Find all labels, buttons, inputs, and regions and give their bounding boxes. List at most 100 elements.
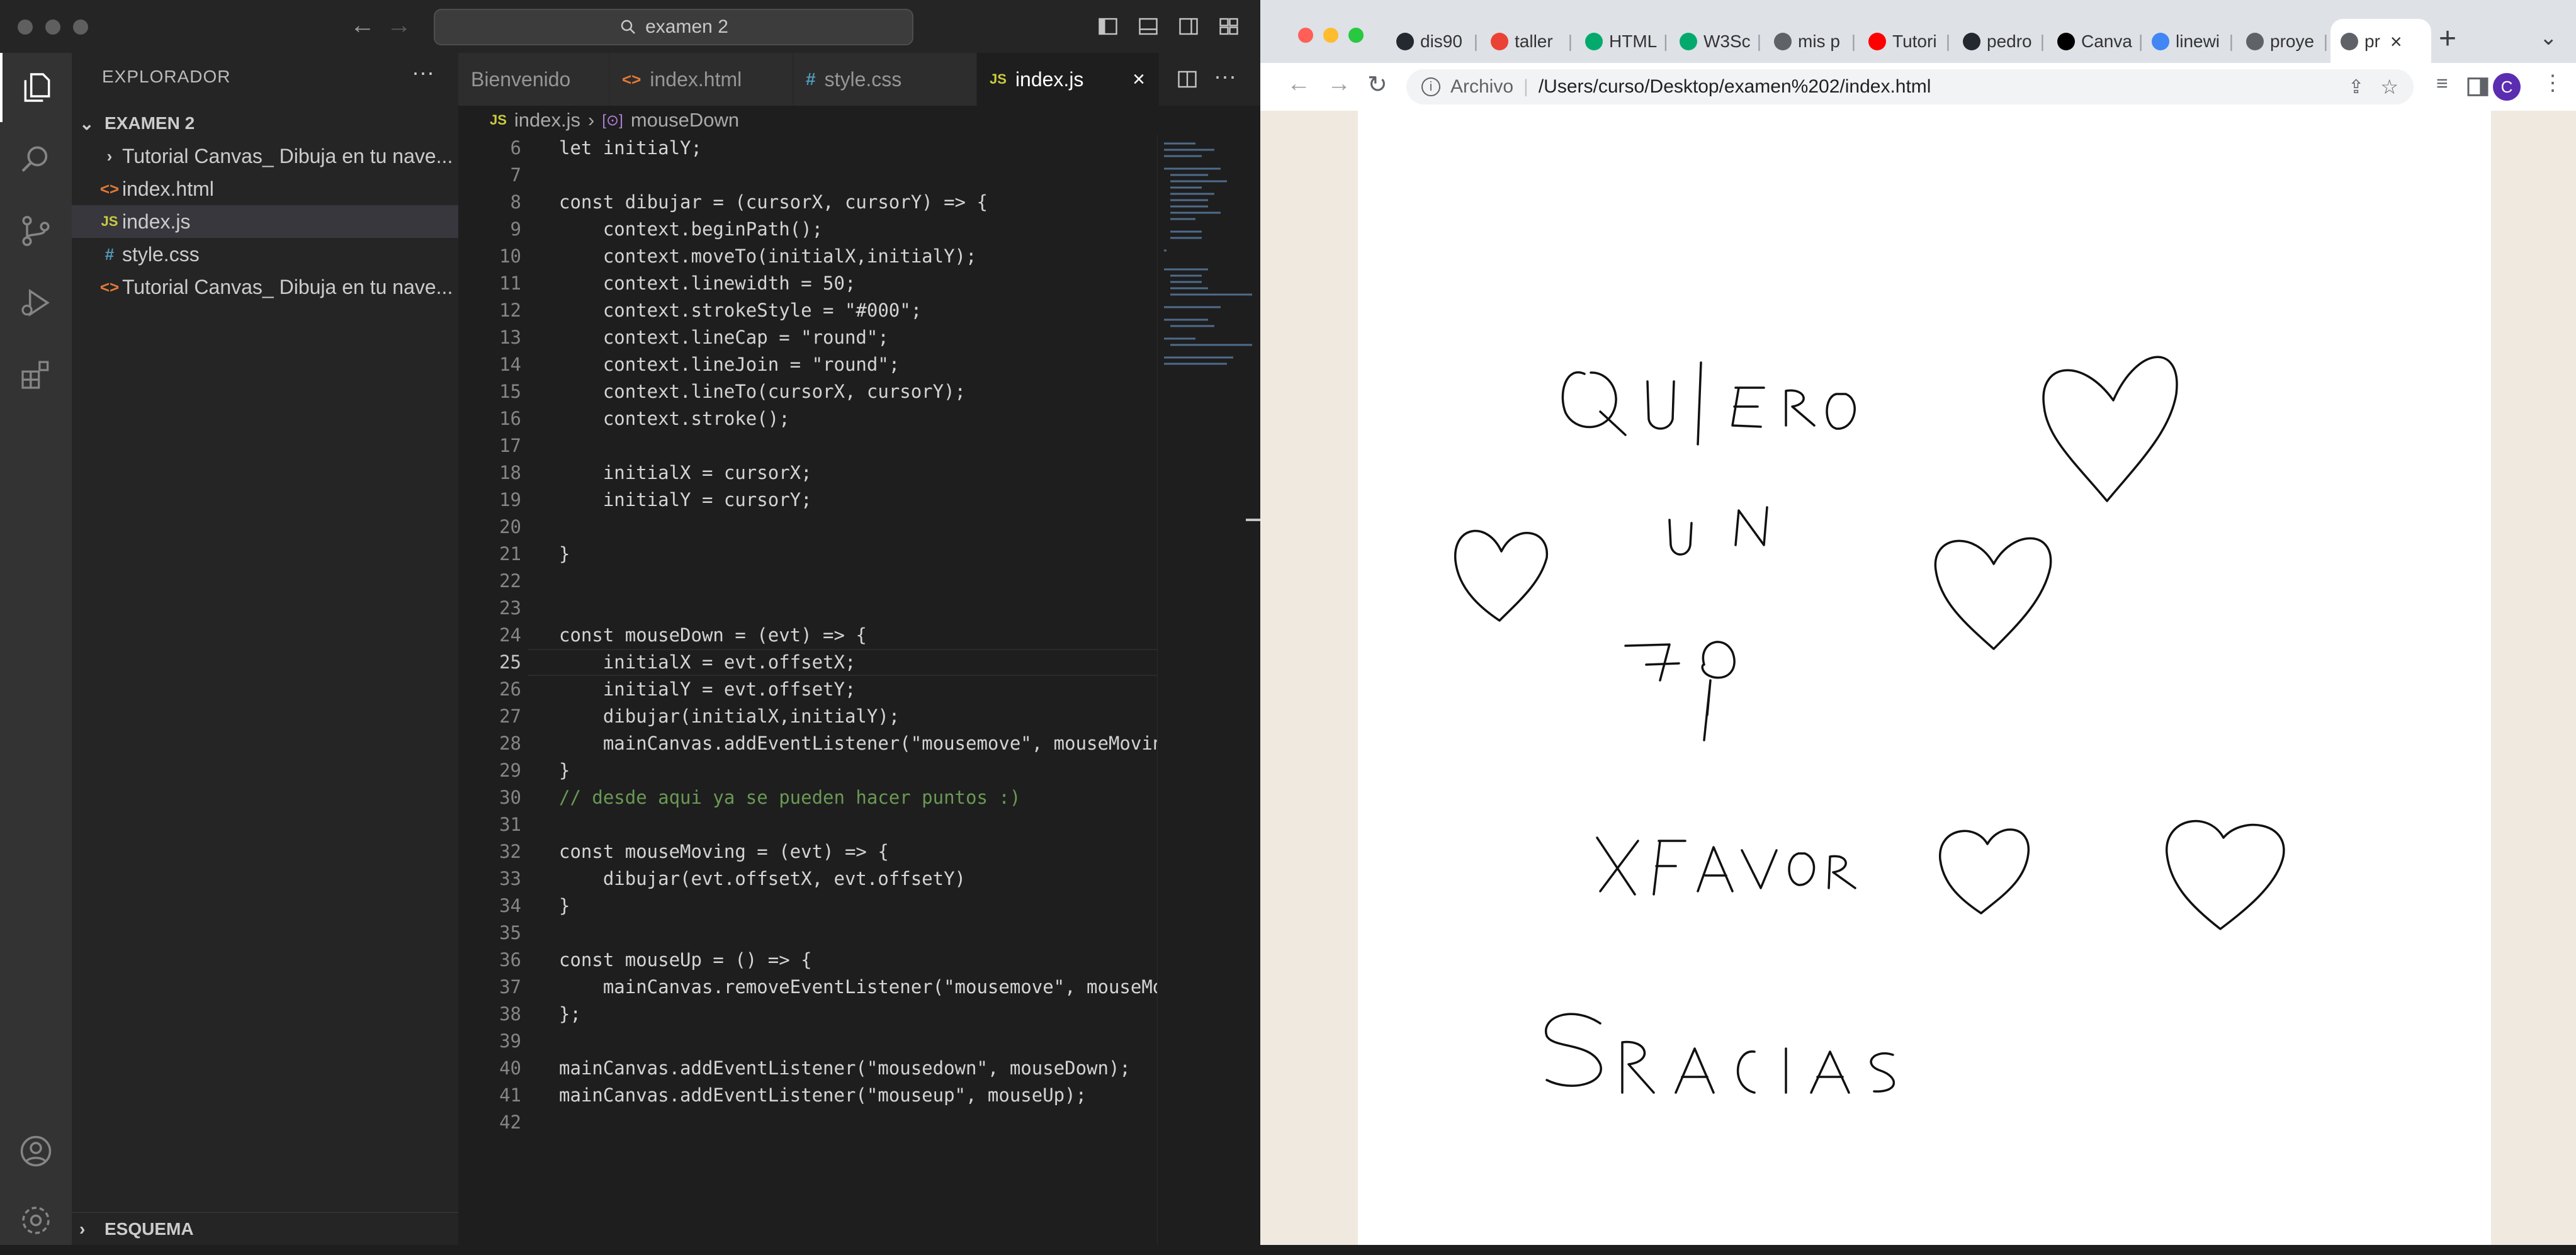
tab-style-css[interactable]: # style.css xyxy=(793,53,977,106)
browser-menu-icon[interactable]: ⋮ xyxy=(2542,70,2563,96)
minimize-window-button[interactable] xyxy=(45,20,60,35)
line-number: 22 xyxy=(499,570,521,592)
code-line[interactable]: dibujar(initialX,initialY); xyxy=(559,703,900,730)
code-line[interactable]: mainCanvas.removeEventListener("mousemov… xyxy=(559,974,1163,1001)
tree-item-index-js[interactable]: JS index.js xyxy=(72,205,483,238)
code-line[interactable]: context.strokeStyle = "#000"; xyxy=(559,297,922,324)
code-line[interactable]: initialY = cursorY; xyxy=(559,487,812,514)
breadcrumb-file[interactable]: index.js xyxy=(514,109,580,132)
split-editor-icon[interactable] xyxy=(1176,68,1199,91)
new-tab-icon[interactable]: + xyxy=(2439,21,2456,56)
reload-icon[interactable]: ↻ xyxy=(1367,70,1387,99)
bookmark-star-icon[interactable]: ☆ xyxy=(2380,75,2398,99)
line-number: 26 xyxy=(499,678,521,700)
code-line[interactable]: context.lineTo(cursorX, cursorY); xyxy=(559,378,966,405)
handwritten-text-xfavor xyxy=(1596,836,1856,896)
more-actions-icon[interactable]: ··· xyxy=(412,59,434,86)
info-icon[interactable]: i xyxy=(1421,77,1440,96)
browser-tab[interactable]: HTML | xyxy=(1575,19,1669,64)
code-line[interactable]: } xyxy=(559,892,570,920)
tree-item-index-html[interactable]: <> index.html xyxy=(72,172,483,205)
code-line[interactable]: initialX = evt.offsetX; xyxy=(559,649,856,676)
breadcrumb-symbol[interactable]: mouseDown xyxy=(631,109,739,132)
code-line[interactable]: initialX = cursorX; xyxy=(559,459,812,487)
tab-search-chevron-icon[interactable]: ⌄ xyxy=(2539,25,2558,50)
code-line[interactable]: initialY = evt.offsetY; xyxy=(559,676,856,703)
explorer-icon[interactable] xyxy=(0,53,72,122)
back-arrow-icon[interactable]: ← xyxy=(1287,70,1311,98)
code-line[interactable]: const mouseUp = () => { xyxy=(559,947,812,974)
share-icon[interactable]: ⇪ xyxy=(2348,76,2364,98)
tree-item-label: index.js xyxy=(122,210,191,233)
workspace-folder-header[interactable]: ⌄ EXAMEN 2 xyxy=(72,107,466,140)
browser-tab[interactable]: dis90 | xyxy=(1386,19,1481,64)
close-window-button[interactable] xyxy=(18,20,33,35)
editor-more-actions-icon[interactable]: ··· xyxy=(1214,63,1236,89)
code-line[interactable]: dibujar(evt.offsetX, evt.offsetY) xyxy=(559,865,966,892)
browser-tab[interactable]: pr × xyxy=(2330,19,2431,64)
browser-tab[interactable]: pedro | xyxy=(1953,19,2047,64)
minimize-window-button[interactable] xyxy=(1323,28,1338,43)
tree-item-tutorial-folder[interactable]: › Tutorial Canvas_ Dibuja en tu nave... xyxy=(72,140,483,172)
code-line[interactable]: const mouseDown = (evt) => { xyxy=(559,622,867,649)
source-control-icon[interactable] xyxy=(0,196,72,266)
code-line[interactable]: mainCanvas.addEventListener("mousedown",… xyxy=(559,1055,1131,1082)
tab-index-js[interactable]: JS index.js × xyxy=(977,53,1160,106)
code-line[interactable]: } xyxy=(559,757,570,784)
toggle-sidebar-icon[interactable] xyxy=(1097,15,1119,38)
side-panel-icon[interactable] xyxy=(2465,74,2490,99)
tree-item-label: Tutorial Canvas_ Dibuja en tu nave... xyxy=(122,144,453,167)
code-line[interactable]: context.lineCap = "round"; xyxy=(559,324,889,351)
code-line[interactable]: context.stroke(); xyxy=(559,405,790,432)
tab-bienvenido[interactable]: Bienvenido xyxy=(458,53,609,106)
code-line[interactable]: mainCanvas.addEventListener("mousemove",… xyxy=(559,730,1163,757)
code-line[interactable]: let initialY; xyxy=(559,135,702,162)
tab-index-html[interactable]: <> index.html xyxy=(609,53,793,106)
browser-tab[interactable]: Tutori | xyxy=(1858,19,1953,64)
forward-arrow-icon[interactable]: → xyxy=(1327,70,1351,98)
browser-tab[interactable]: taller | xyxy=(1481,19,1575,64)
back-arrow-icon[interactable]: ← xyxy=(350,11,375,40)
profile-avatar[interactable]: C xyxy=(2493,73,2521,101)
code-line[interactable]: context.linewidth = 50; xyxy=(559,270,856,297)
css-file-icon: # xyxy=(105,244,115,264)
tab-separator: | xyxy=(1851,31,1856,51)
maximize-window-button[interactable] xyxy=(73,20,88,35)
code-line[interactable]: // desde aqui ya se pueden hacer puntos … xyxy=(559,784,1020,811)
browser-tab[interactable]: Canva | xyxy=(2047,19,2142,64)
close-tab-icon[interactable]: × xyxy=(2390,30,2402,53)
browser-tab[interactable]: proye | xyxy=(2236,19,2330,64)
forward-arrow-icon[interactable]: → xyxy=(387,11,412,40)
code-line[interactable]: const dibujar = (cursorX, cursorY) => { xyxy=(559,189,988,216)
maximize-window-button[interactable] xyxy=(1348,28,1364,43)
code-editor[interactable]: 6 let initialY; 7 8 const dibujar = (cursorX… xyxy=(458,135,1163,1205)
command-center-search[interactable]: examen 2 xyxy=(434,9,913,45)
search-icon[interactable] xyxy=(0,125,72,194)
code-line[interactable]: context.beginPath(); xyxy=(559,216,823,243)
customize-layout-icon[interactable] xyxy=(1217,15,1240,38)
drawing-canvas[interactable] xyxy=(1358,111,2491,1245)
tree-item-style-css[interactable]: # style.css xyxy=(72,238,483,271)
browser-tab[interactable]: W3Sc | xyxy=(1669,19,1764,64)
accounts-icon[interactable] xyxy=(0,1117,72,1186)
outline-section-header[interactable]: › ESQUEMA xyxy=(72,1212,466,1246)
reading-list-icon[interactable]: ≡ xyxy=(2436,72,2448,95)
minimap[interactable] xyxy=(1157,135,1261,1245)
close-window-button[interactable] xyxy=(1298,28,1313,43)
extensions-icon[interactable] xyxy=(0,340,72,409)
address-bar[interactable]: i Archivo | /Users/curso/Desktop/examen%… xyxy=(1406,69,2414,104)
code-line[interactable]: } xyxy=(559,541,570,568)
code-line[interactable]: context.moveTo(initialX,initialY); xyxy=(559,243,977,270)
toggle-secondary-sidebar-icon[interactable] xyxy=(1177,15,1200,38)
close-tab-icon[interactable]: × xyxy=(1133,67,1145,92)
run-debug-icon[interactable] xyxy=(0,268,72,337)
toggle-panel-icon[interactable] xyxy=(1137,15,1160,38)
code-line[interactable]: mainCanvas.addEventListener("mouseup", m… xyxy=(559,1082,1087,1109)
tree-item-tutorial-html[interactable]: <> Tutorial Canvas_ Dibuja en tu nave... xyxy=(72,271,483,303)
code-line[interactable]: }; xyxy=(559,1001,581,1028)
browser-tab[interactable]: linewi | xyxy=(2142,19,2236,64)
line-number: 36 xyxy=(499,949,521,971)
code-line[interactable]: context.lineJoin = "round"; xyxy=(559,351,900,378)
browser-tab[interactable]: mis p | xyxy=(1764,19,1858,64)
code-line[interactable]: const mouseMoving = (evt) => { xyxy=(559,838,889,865)
